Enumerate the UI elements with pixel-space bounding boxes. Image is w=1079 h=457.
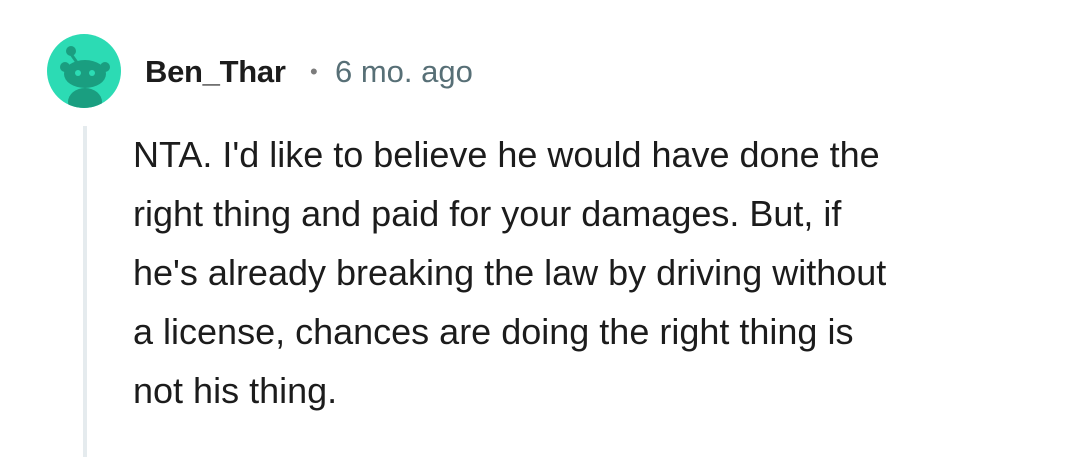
comment-timestamp[interactable]: 6 mo. ago [335, 52, 473, 92]
thread-line[interactable] [83, 126, 87, 457]
comment-body-line: NTA. I'd like to believe he would have d… [133, 134, 880, 175]
comment-body-line: not his thing. [133, 370, 338, 411]
comment-author[interactable]: Ben_Thar [145, 52, 286, 92]
comment: Ben_Thar • 6 mo. ago NTA. I'd like to be… [0, 0, 1079, 457]
comment-body-line: right thing and paid for your damages. B… [133, 193, 842, 234]
comment-body-line: a license, chances are doing the right t… [133, 311, 854, 352]
meta-separator: • [310, 59, 318, 84]
comment-body-line: he's already breaking the law by driving… [133, 252, 887, 293]
snoo-avatar-icon [60, 46, 110, 108]
comment-body: NTA. I'd like to believe he would have d… [133, 125, 1033, 420]
avatar[interactable] [47, 34, 121, 108]
